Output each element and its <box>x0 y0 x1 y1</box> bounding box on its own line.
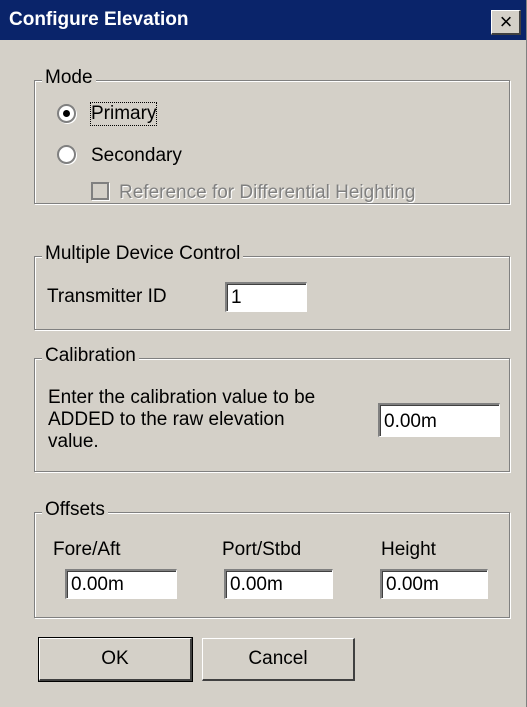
offsets-legend: Offsets <box>42 499 108 521</box>
calibration-text-line3: value. <box>48 431 99 452</box>
transmitter-id-input[interactable]: 1 <box>225 282 307 312</box>
configure-elevation-dialog: Configure Elevation × Mode Primary Secon… <box>0 0 527 707</box>
reference-label[interactable]: Reference for Differential Heighting <box>119 182 415 204</box>
multiple-device-legend: Multiple Device Control <box>42 243 244 265</box>
close-icon: × <box>499 9 513 34</box>
calibration-group: Calibration Enter the calibration value … <box>34 345 510 472</box>
port-stbd-input[interactable]: 0.00m <box>224 569 333 599</box>
title-bar[interactable]: Configure Elevation × <box>0 0 526 40</box>
calibration-legend: Calibration <box>42 345 139 367</box>
offsets-group: Offsets Fore/Aft 0.00m Port/Stbd 0.00m H… <box>34 499 510 618</box>
secondary-label[interactable]: Secondary <box>91 145 182 167</box>
height-input[interactable]: 0.00m <box>380 569 488 599</box>
ok-button[interactable]: OK <box>38 637 193 682</box>
fore-aft-label: Fore/Aft <box>53 539 121 560</box>
dialog-title: Configure Elevation <box>9 9 189 30</box>
primary-label[interactable]: Primary <box>89 102 158 126</box>
height-label: Height <box>381 539 436 560</box>
calibration-value-input[interactable]: 0.00m <box>378 403 500 437</box>
calibration-text-line2: ADDED to the raw elevation <box>48 409 285 430</box>
close-button[interactable]: × <box>491 10 521 35</box>
cancel-button[interactable]: Cancel <box>202 638 355 681</box>
reference-checkbox[interactable] <box>91 182 109 200</box>
mode-group: Mode Primary Secondary Reference for Dif… <box>34 67 510 204</box>
fore-aft-input[interactable]: 0.00m <box>65 569 177 599</box>
transmitter-id-label: Transmitter ID <box>47 286 167 307</box>
multiple-device-group: Multiple Device Control Transmitter ID 1 <box>34 243 510 330</box>
radio-selected-dot <box>63 110 70 117</box>
port-stbd-label: Port/Stbd <box>222 539 302 560</box>
mode-legend: Mode <box>42 67 96 89</box>
secondary-radio[interactable] <box>57 145 76 164</box>
calibration-text-line1: Enter the calibration value to be <box>48 387 316 408</box>
primary-radio[interactable] <box>57 104 76 123</box>
